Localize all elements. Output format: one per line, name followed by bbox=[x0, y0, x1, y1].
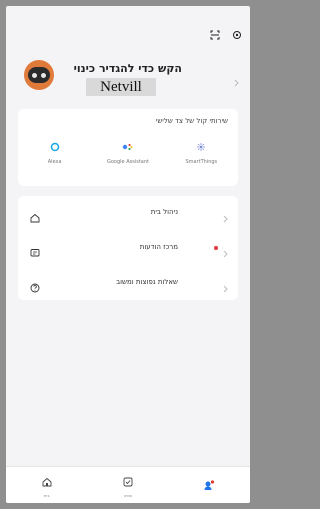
smartthings-icon bbox=[195, 141, 207, 153]
voice-service-smartthings[interactable]: SmartThings bbox=[166, 141, 236, 165]
voice-service-label: Alexa bbox=[47, 159, 62, 165]
menu-item-home-management[interactable]: ניהול בית bbox=[18, 196, 238, 230]
voice-service-alexa[interactable]: Alexa bbox=[20, 141, 90, 165]
me-tab-icon bbox=[203, 475, 215, 494]
chevron-right-icon bbox=[234, 72, 240, 91]
robot-face-icon bbox=[28, 67, 50, 83]
tab-label: שוויה bbox=[123, 493, 133, 498]
chevron-right-icon bbox=[223, 208, 228, 227]
menu-item-label: שאלות נפוצות ומשוב bbox=[116, 278, 178, 286]
voice-service-label: SmartThings bbox=[185, 159, 218, 165]
scene-tab-icon bbox=[123, 472, 133, 491]
menu-item-label: ניהול בית bbox=[150, 208, 178, 216]
menu-card: ניהול בית מרכז הודעות שאלות נפוצות ומשוב bbox=[18, 196, 238, 300]
voice-service-label: Google Assistant bbox=[106, 159, 149, 165]
nickname-prompt: הקש כדי להגדיר כינוי bbox=[73, 62, 182, 75]
menu-item-label: מרכז הודעות bbox=[139, 243, 178, 251]
settings-icon[interactable] bbox=[230, 28, 244, 42]
voice-services-list: Alexa Google Assistant SmartThings bbox=[18, 141, 238, 165]
scan-icon[interactable] bbox=[208, 28, 222, 42]
voice-services-title: שירותי קול של צד שלישי bbox=[155, 117, 228, 125]
voice-services-card: שירותי קול של צד שלישי Alexa Google Assi… bbox=[18, 109, 238, 186]
home-tab-icon bbox=[42, 472, 52, 491]
top-actions bbox=[208, 28, 244, 42]
bottom-tab-bar: בית שוויה bbox=[6, 466, 250, 503]
tab-home[interactable]: בית bbox=[17, 472, 77, 498]
chevron-right-icon bbox=[223, 243, 228, 262]
tab-me[interactable] bbox=[179, 475, 239, 496]
help-icon bbox=[30, 278, 40, 297]
tab-label: בית bbox=[43, 493, 50, 498]
phone-screen: הקש כדי להגדיר כינוי Netvill שירותי קול … bbox=[6, 6, 250, 503]
voice-service-google-assistant[interactable]: Google Assistant bbox=[93, 141, 163, 165]
chevron-right-icon bbox=[223, 278, 228, 297]
alexa-icon bbox=[49, 141, 61, 153]
notification-dot bbox=[214, 246, 218, 250]
profile-header[interactable]: הקש כדי להגדיר כינוי Netvill bbox=[6, 54, 250, 102]
message-icon bbox=[30, 243, 40, 262]
avatar[interactable] bbox=[24, 60, 54, 90]
menu-item-message-center[interactable]: מרכז הודעות bbox=[18, 231, 238, 265]
tab-scenes[interactable]: שוויה bbox=[98, 472, 158, 498]
google-assistant-icon bbox=[122, 141, 134, 153]
home-icon bbox=[30, 208, 40, 227]
menu-item-faq-feedback[interactable]: שאלות נפוצות ומשוב bbox=[18, 266, 238, 300]
brand-label: Netvill bbox=[86, 78, 156, 96]
